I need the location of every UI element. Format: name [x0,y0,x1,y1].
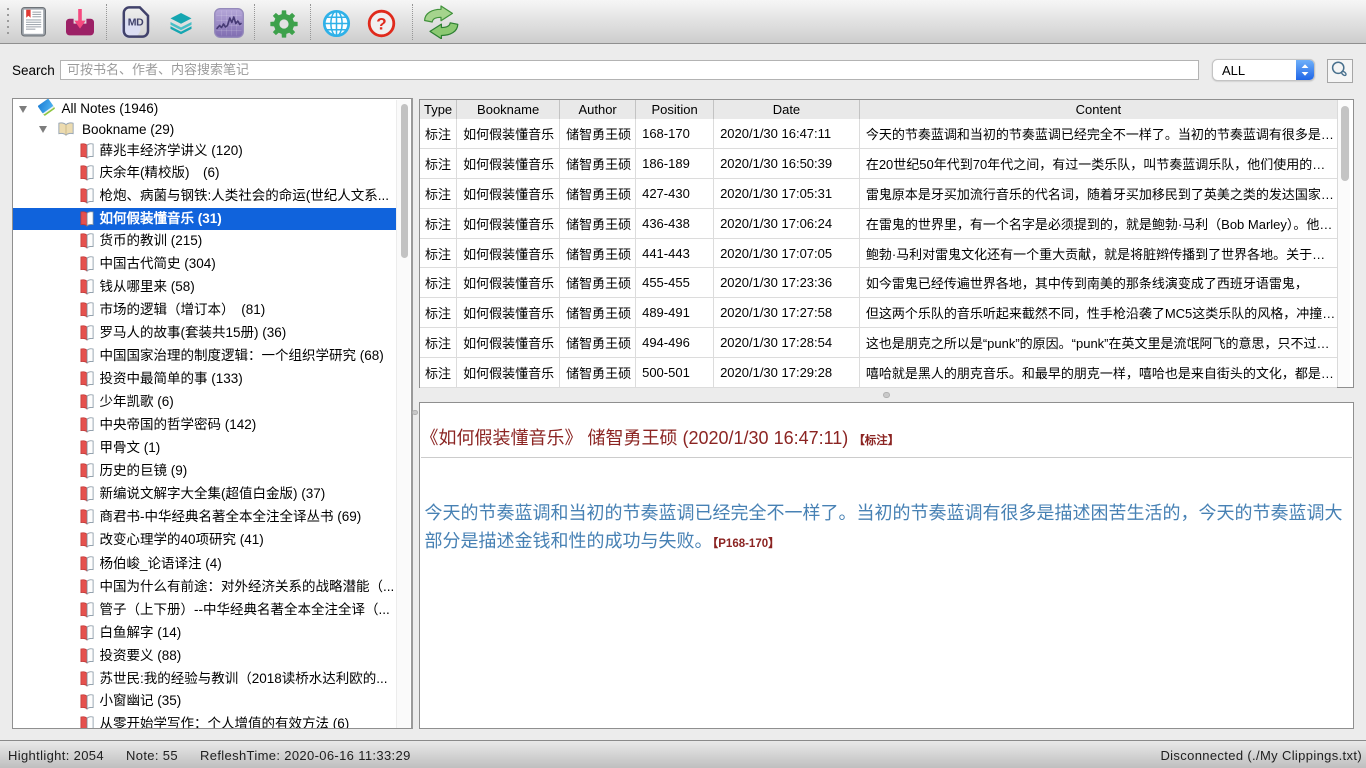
svg-text:MD: MD [128,17,144,29]
svg-text:?: ? [376,14,386,33]
